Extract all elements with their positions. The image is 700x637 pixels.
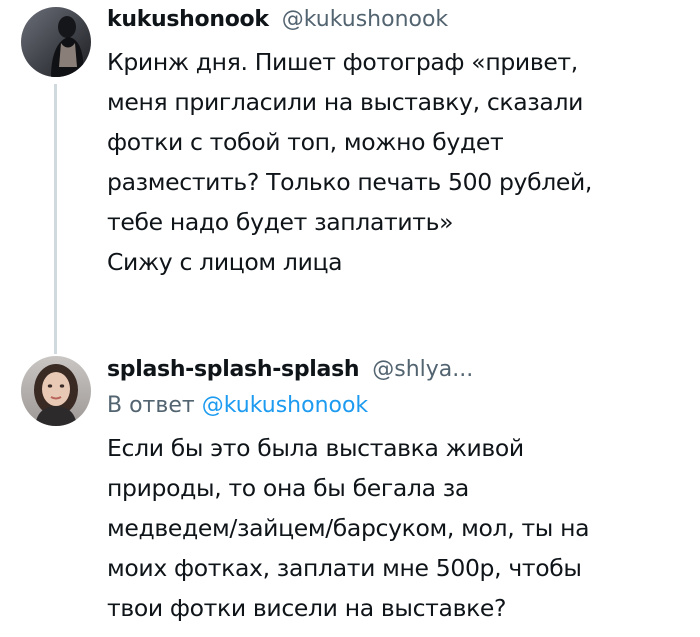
tweet-text-line: моих фотках, заплати мне 500р, чтобы — [107, 554, 582, 582]
tweet-header: kukushonook @kukushonook — [107, 2, 686, 38]
tweet-text-line: природы, то она бы бегала за — [107, 474, 469, 502]
user-avatar-icon[interactable] — [21, 356, 91, 426]
display-name[interactable]: splash-splash-splash — [107, 357, 360, 382]
tweet-text-line: Кринж дня. Пишет фотограф «привет, — [107, 48, 578, 76]
tweet-text-line: фотки с тобой топ, можно будет — [107, 128, 504, 156]
tweet-text-line: Сижу с лицом лица — [107, 248, 343, 276]
reply-tweet[interactable]: splash-splash-splash @shlya... В ответ @… — [0, 340, 700, 637]
display-name[interactable]: kukushonook — [107, 7, 269, 32]
user-handle[interactable]: @shlya... — [372, 357, 473, 382]
tweet-text: Кринж дня. Пишет фотограф «привет, меня … — [107, 42, 686, 282]
tweet-text-line: разместить? Только печать 500 рублей, — [107, 168, 593, 196]
reply-prefix: В ответ — [107, 393, 195, 418]
avatar-photo-icon — [21, 7, 91, 77]
user-avatar-icon[interactable] — [21, 7, 91, 77]
user-handle[interactable]: @kukushonook — [282, 7, 448, 32]
tweet-text-line: тебе надо будет заплатить» — [107, 208, 454, 236]
tweet-content: splash-splash-splash @shlya... В ответ @… — [107, 352, 686, 628]
tweet-text-line: меня пригласили на выставку, сказали — [107, 88, 584, 116]
reply-mention-link[interactable]: @kukushonook — [202, 393, 368, 418]
thread-connector-line — [54, 84, 57, 354]
tweet[interactable]: kukushonook @kukushonook Кринж дня. Пише… — [0, 0, 700, 354]
reply-context: В ответ @kukushonook — [107, 388, 686, 424]
tweet-text: Если бы это была выставка живой природы,… — [107, 428, 686, 628]
tweet-text-line: Если бы это была выставка живой — [107, 434, 524, 462]
tweet-content: kukushonook @kukushonook Кринж дня. Пише… — [107, 2, 686, 282]
tweet-text-line: твои фотки висели на выставке? — [107, 594, 507, 622]
avatar-photo-icon — [21, 356, 91, 426]
tweet-text-line: медведем/зайцем/барсуком, мол, ты на — [107, 514, 590, 542]
tweet-header: splash-splash-splash @shlya... — [107, 352, 686, 388]
